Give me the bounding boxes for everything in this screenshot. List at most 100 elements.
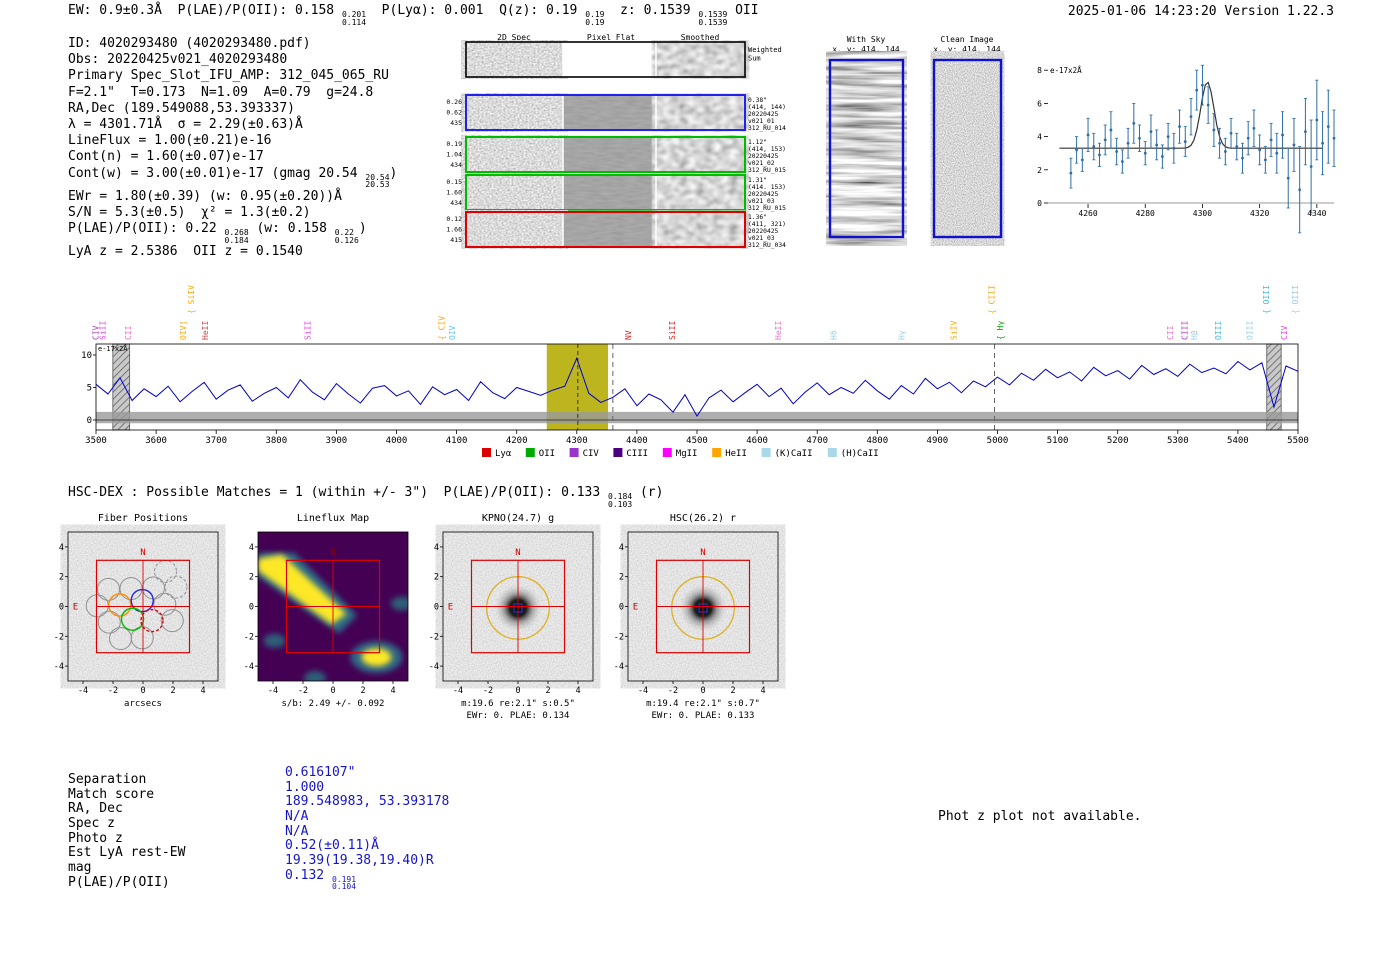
- data-point: [1184, 140, 1187, 143]
- legend-label: (K)CaII: [775, 449, 813, 459]
- text-segment: P(LAE)/P(OII): 0.22: [68, 221, 225, 236]
- emission-line-label: OIV: [448, 325, 457, 340]
- smoothed-image: [656, 212, 745, 247]
- row-annotation: 1.31": [748, 177, 767, 184]
- emission-line-label: { Hγ: [996, 321, 1005, 340]
- y-tick-label: -4: [429, 662, 439, 672]
- clean-image-coords: x, y: 414, 144: [933, 45, 1001, 54]
- match-field-value: N/A: [285, 809, 449, 824]
- full-spectrum-plot: 3500360037003800390040004100420043004400…: [80, 262, 1320, 467]
- data-point: [1092, 145, 1095, 148]
- data-point: [1275, 152, 1278, 155]
- y-tick-label: 4: [1037, 133, 1042, 142]
- x-tick-label: 4100: [446, 436, 468, 446]
- data-point: [1253, 127, 1256, 130]
- data-point: [1327, 125, 1330, 128]
- row-scale-label: 435: [450, 119, 462, 127]
- row-annotation: 20220425: [748, 228, 779, 235]
- row-annotation: (414, 144): [748, 104, 786, 111]
- data-point: [1281, 134, 1284, 137]
- emission-line-label: CIV: [1280, 325, 1289, 340]
- stacked-uncertainty: 0.220.126: [335, 229, 359, 244]
- x-tick-label: 3900: [326, 436, 348, 446]
- data-point: [1087, 134, 1090, 137]
- flux-teal-patch: [304, 671, 326, 685]
- match-field-value: 0.52(±0.11)Å: [285, 838, 449, 853]
- info-line: LyA z = 2.5386 OII z = 0.1540: [68, 244, 397, 260]
- legend-swatch: [613, 448, 622, 457]
- emission-line-label: SiII: [668, 321, 677, 340]
- x-tick-label: 5200: [1107, 436, 1129, 446]
- lineflux-map-panel: Lineflux Map-4-4-2-2002244Ns/b: 2.49 +/-…: [235, 508, 425, 730]
- text-segment: Primary Spec_Slot_IFU_AMP: 312_045_065_R…: [68, 68, 389, 83]
- data-point: [1190, 115, 1193, 118]
- spec2d-image: [466, 95, 563, 130]
- x-tick-label: 4900: [927, 436, 949, 446]
- data-point: [1104, 139, 1107, 142]
- data-point: [1144, 152, 1147, 155]
- row-scale-label: 0.19: [446, 140, 462, 148]
- panel-title: HSC(26.2) r: [670, 513, 736, 524]
- data-point: [1201, 84, 1204, 87]
- east-label: E: [73, 602, 78, 612]
- data-point: [1132, 122, 1135, 125]
- smoothed-image: [656, 137, 745, 172]
- emission-line-label: SiII: [99, 321, 108, 340]
- x-tick-label: 4800: [866, 436, 888, 446]
- emission-line-label: NV: [624, 330, 633, 340]
- data-point: [1121, 160, 1124, 163]
- row-annotation: 312_RU_015: [748, 205, 786, 212]
- sky-image-panels: With Skyx, y: 414, 144Clean Imagex, y: 4…: [820, 30, 1015, 245]
- hsc-dex-match-line: HSC-DEX : Possible Matches = 1 (within +…: [68, 485, 663, 508]
- row-scale-label: 1.66: [446, 226, 462, 234]
- text-segment: ): [359, 221, 367, 236]
- y-tick-label: -2: [429, 632, 439, 642]
- text-segment: RA,Dec (189.549088,53.393337): [68, 101, 295, 116]
- row-annotation: 1.12": [748, 139, 767, 146]
- x-tick-label: 4600: [746, 436, 768, 446]
- x-tick-label: 4: [760, 686, 765, 696]
- data-point: [1212, 129, 1215, 132]
- x-tick-label: 2: [545, 686, 550, 696]
- y-tick-label: 5: [87, 384, 92, 394]
- emission-line-label: { OIII: [1291, 285, 1300, 314]
- info-line: ID: 4020293480 (4020293480.pdf): [68, 36, 397, 52]
- row-annotation: Weighted: [748, 46, 782, 54]
- stacked-uncertainty: 0.2680.184: [225, 229, 249, 244]
- data-point: [1138, 137, 1141, 140]
- text-segment: 0.616107": [285, 765, 355, 780]
- y-tick-label: -2: [244, 632, 254, 642]
- data-point: [1224, 150, 1227, 153]
- text-segment: P(Lyα): 0.001 Q(z): 0.19: [366, 3, 585, 18]
- x-tick-label: 2: [360, 686, 365, 696]
- y-tick-label: -4: [244, 662, 254, 672]
- match-values-column: 0.616107"1.000189.548983, 53.393178N/AN/…: [285, 765, 449, 883]
- data-point: [1315, 119, 1318, 122]
- with-sky-image: [830, 60, 903, 237]
- row-annotation: 0.38": [748, 97, 767, 104]
- x-tick-label: 4: [390, 686, 395, 696]
- x-tick-label: -2: [108, 686, 118, 696]
- data-point: [1247, 137, 1250, 140]
- emission-line-label: Hγ: [897, 330, 906, 340]
- info-line: P(LAE)/P(OII): 0.22 0.2680.184 (w: 0.158…: [68, 221, 397, 244]
- x-tick-label: 3500: [85, 436, 107, 446]
- panel-title: KPNO(24.7) g: [482, 513, 554, 524]
- match-field-label: RA, Dec: [68, 801, 185, 816]
- flux-teal-patch: [264, 634, 286, 648]
- detection-info-block: ID: 4020293480 (4020293480.pdf)Obs: 2022…: [68, 36, 397, 260]
- text-segment: Cont(w) = 3.00(±0.01)e-17 (gmag 20.54: [68, 166, 365, 181]
- row-annotation: 312_RU_015: [748, 167, 786, 174]
- x-tick-label: 4320: [1250, 209, 1269, 218]
- row-scale-label: 434: [450, 161, 462, 169]
- match-field-value: N/A: [285, 824, 449, 839]
- emission-line-label: { SiIV: [187, 285, 196, 314]
- x-tick-label: 2: [170, 686, 175, 696]
- match-labels-column: SeparationMatch scoreRA, DecSpec zPhoto …: [68, 772, 185, 890]
- emission-line-label: OIII: [1245, 321, 1254, 340]
- flux-yellow-blob: [362, 648, 392, 666]
- x-tick-label: 4400: [626, 436, 648, 446]
- x-tick-label: -4: [453, 686, 463, 696]
- north-label: N: [515, 548, 520, 558]
- data-point: [1150, 130, 1153, 133]
